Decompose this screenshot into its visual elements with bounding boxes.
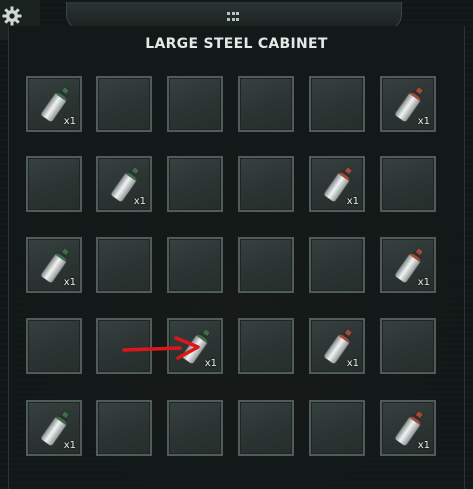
- inventory-slot[interactable]: [238, 318, 294, 374]
- inventory-slot[interactable]: x1: [309, 156, 365, 212]
- inventory-slot[interactable]: [238, 400, 294, 456]
- item-quantity: x1: [63, 440, 76, 451]
- inventory-slot[interactable]: [238, 237, 294, 293]
- inventory-slot[interactable]: [380, 318, 436, 374]
- inventory-slot[interactable]: [309, 76, 365, 132]
- inventory-slot[interactable]: x1: [380, 237, 436, 293]
- inventory-slot[interactable]: [167, 237, 223, 293]
- inventory-slot[interactable]: [380, 156, 436, 212]
- inventory-slot[interactable]: x1: [380, 76, 436, 132]
- inventory-slot[interactable]: x1: [26, 76, 82, 132]
- inventory-grid: x1 x1 x1 x1 x1 x1 x1 x1 x1 x1: [0, 0, 473, 489]
- item-quantity: x1: [133, 196, 146, 207]
- inventory-slot[interactable]: x1: [26, 237, 82, 293]
- inventory-slot[interactable]: x1: [26, 400, 82, 456]
- inventory-slot[interactable]: [26, 156, 82, 212]
- item-quantity: x1: [417, 116, 430, 127]
- inventory-slot[interactable]: [96, 237, 152, 293]
- inventory-slot[interactable]: [167, 400, 223, 456]
- annotation-arrow: [122, 336, 200, 360]
- inventory-slot[interactable]: x1: [309, 318, 365, 374]
- inventory-slot[interactable]: [238, 156, 294, 212]
- inventory-slot[interactable]: [167, 156, 223, 212]
- item-quantity: x1: [346, 358, 359, 369]
- item-quantity: x1: [417, 440, 430, 451]
- item-quantity: x1: [346, 196, 359, 207]
- item-quantity: x1: [204, 358, 217, 369]
- inventory-slot[interactable]: [309, 237, 365, 293]
- inventory-slot[interactable]: [167, 76, 223, 132]
- inventory-slot[interactable]: [26, 318, 82, 374]
- inventory-slot[interactable]: [238, 76, 294, 132]
- inventory-slot[interactable]: [96, 76, 152, 132]
- inventory-slot[interactable]: x1: [96, 156, 152, 212]
- inventory-slot[interactable]: x1: [380, 400, 436, 456]
- item-quantity: x1: [63, 277, 76, 288]
- inventory-slot[interactable]: [309, 400, 365, 456]
- item-quantity: x1: [417, 277, 430, 288]
- inventory-slot[interactable]: [96, 400, 152, 456]
- item-quantity: x1: [63, 116, 76, 127]
